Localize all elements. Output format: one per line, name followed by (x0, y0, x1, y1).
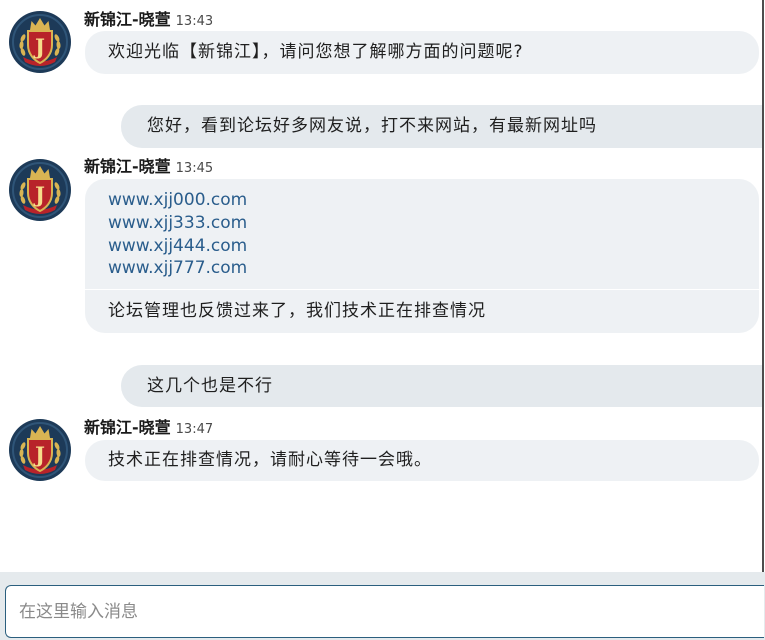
message-time: 13:43 (175, 14, 214, 29)
agent-avatar: J (9, 11, 71, 73)
message-text: 论坛管理也反馈过来了，我们技术正在排查情况 (108, 301, 486, 321)
chat-log: J 新锦江-晓萱 13:43 欢迎光临【新锦江】，请问您想了解哪方面的问题呢? 您… (0, 0, 765, 572)
chat-panel-border (762, 0, 764, 572)
brand-logo-icon: J (9, 419, 71, 481)
logo-letter: J (33, 442, 45, 467)
sender-name: 新锦江-晓萱 (84, 10, 171, 29)
logo-letter: J (33, 34, 45, 59)
message-composer (0, 572, 765, 640)
message-text: 技术正在排查情况，请耐心等待一会哦。 (108, 450, 432, 470)
message-header: 新锦江-晓萱 13:43 (84, 10, 213, 30)
user-message-bubble: 这几个也是不行 (121, 365, 762, 407)
message-text: 欢迎光临【新锦江】，请问您想了解哪方面的问题呢? (108, 42, 524, 62)
sender-name: 新锦江-晓萱 (84, 157, 171, 176)
link-item[interactable]: www.xjj333.com (108, 212, 759, 235)
sender-name: 新锦江-晓萱 (84, 418, 171, 437)
message-text: 这几个也是不行 (147, 376, 273, 396)
message-header: 新锦江-晓萱 13:45 (84, 157, 213, 177)
brand-logo-icon: J (9, 159, 71, 221)
message-input-box[interactable] (5, 585, 764, 638)
link-item[interactable]: www.xjj444.com (108, 235, 759, 258)
message-time: 13:47 (175, 422, 214, 437)
logo-letter: J (33, 182, 45, 207)
agent-message-bubble: 技术正在排查情况，请耐心等待一会哦。 (85, 440, 759, 481)
agent-avatar: J (9, 159, 71, 221)
message-time: 13:45 (175, 161, 214, 176)
agent-message-bubble: www.xjj000.com www.xjj333.com www.xjj444… (85, 179, 759, 333)
link-item[interactable]: www.xjj000.com (108, 189, 759, 212)
message-input[interactable] (6, 586, 764, 637)
message-header: 新锦江-晓萱 13:47 (84, 418, 213, 438)
agent-avatar: J (9, 419, 71, 481)
agent-message-bubble: 欢迎光临【新锦江】，请问您想了解哪方面的问题呢? (85, 31, 759, 74)
link-list: www.xjj000.com www.xjj333.com www.xjj444… (85, 179, 759, 289)
brand-logo-icon: J (9, 11, 71, 73)
user-message-bubble: 您好，看到论坛好多网友说，打不来网站，有最新网址吗 (121, 105, 762, 148)
message-text: 您好，看到论坛好多网友说，打不来网站，有最新网址吗 (147, 116, 597, 136)
link-item[interactable]: www.xjj777.com (108, 257, 759, 280)
